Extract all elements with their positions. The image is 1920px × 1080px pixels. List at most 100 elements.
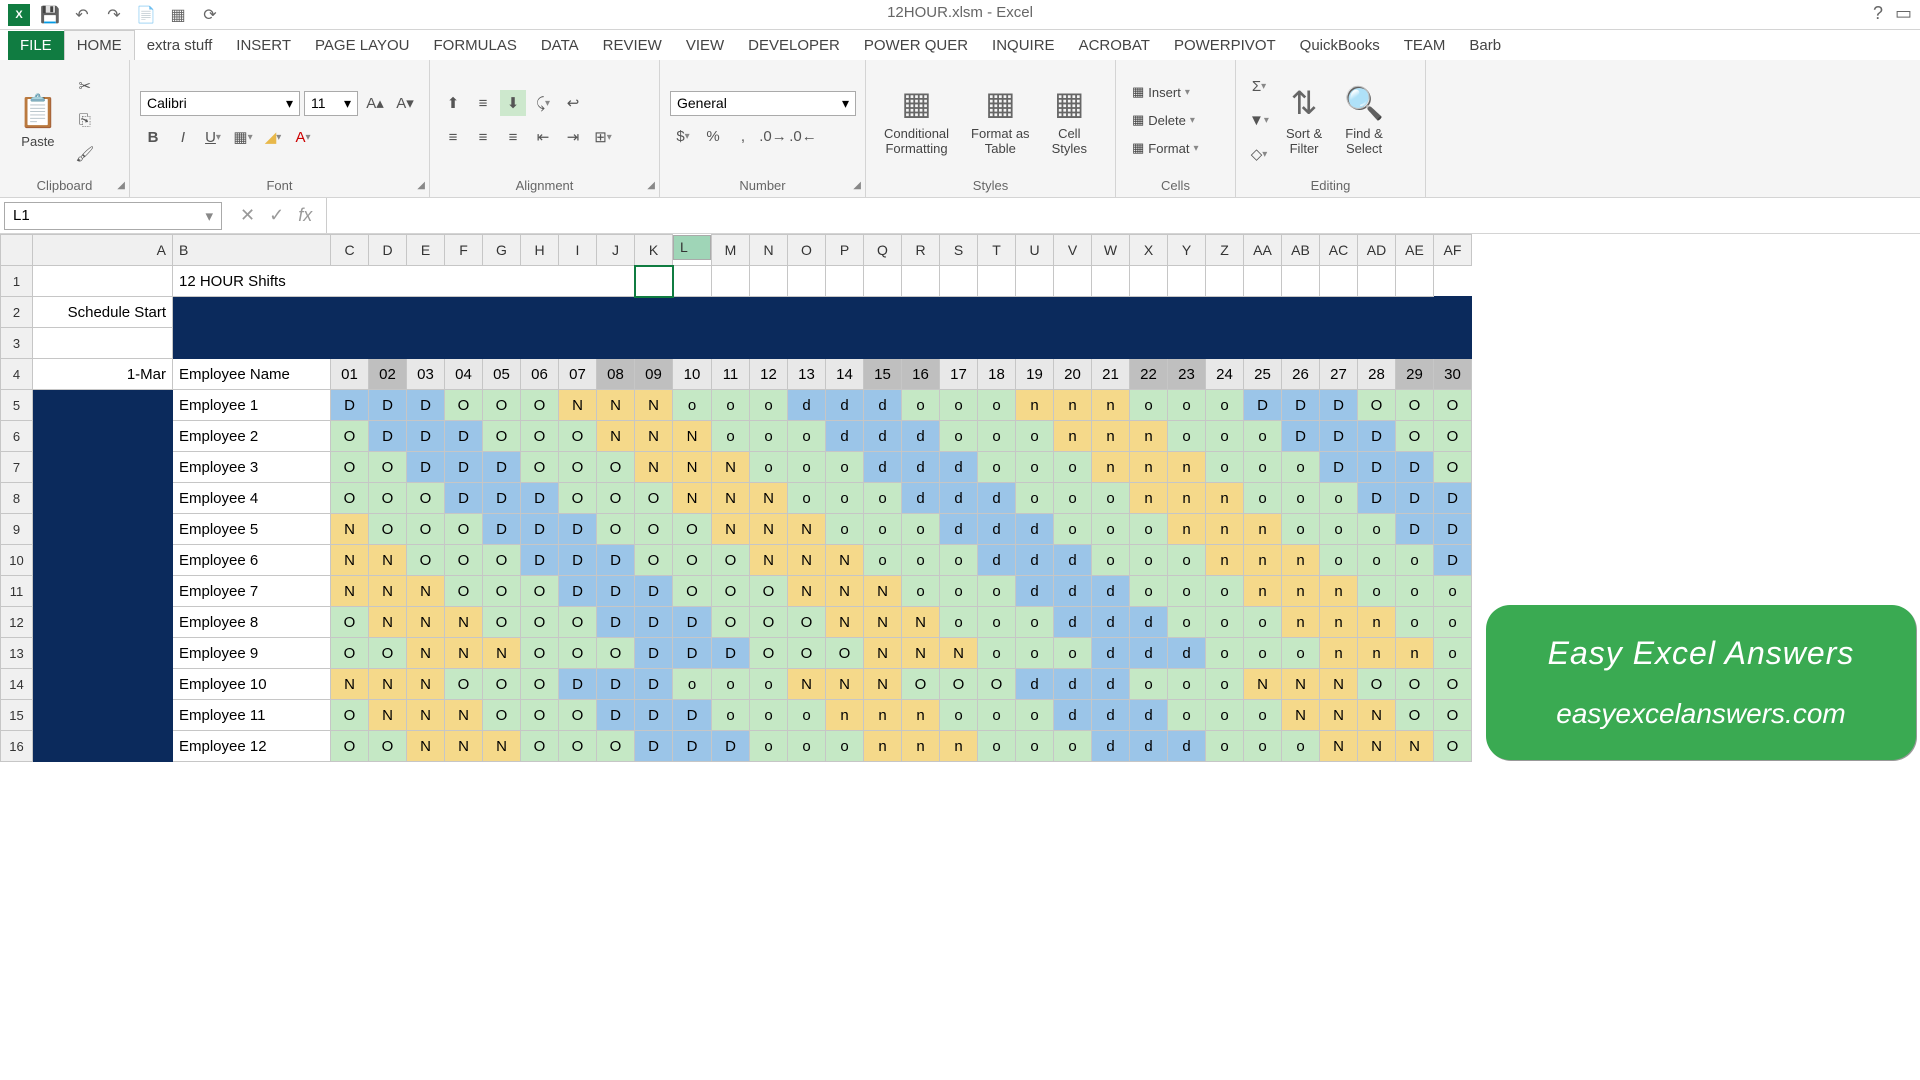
- shift-cell[interactable]: o: [1206, 669, 1244, 700]
- col-header-AD[interactable]: AD: [1358, 235, 1396, 266]
- shift-cell[interactable]: N: [407, 669, 445, 700]
- row-header-16[interactable]: 16: [1, 731, 33, 762]
- shift-cell[interactable]: o: [1054, 452, 1092, 483]
- shift-cell[interactable]: d: [902, 421, 940, 452]
- shift-cell[interactable]: D: [673, 607, 712, 638]
- shift-cell[interactable]: N: [445, 731, 483, 762]
- shift-cell[interactable]: O: [597, 731, 635, 762]
- refresh-icon[interactable]: ⟳: [198, 3, 222, 27]
- day-header-22[interactable]: 22: [1130, 359, 1168, 390]
- shift-cell[interactable]: N: [407, 638, 445, 669]
- shift-cell[interactable]: N: [635, 452, 673, 483]
- shift-cell[interactable]: O: [521, 700, 559, 731]
- day-header-09[interactable]: 09: [635, 359, 673, 390]
- shift-cell[interactable]: O: [331, 638, 369, 669]
- shift-cell[interactable]: N: [826, 607, 864, 638]
- selected-cell[interactable]: [635, 266, 673, 297]
- col-header-X[interactable]: X: [1130, 235, 1168, 266]
- day-header-26[interactable]: 26: [1282, 359, 1320, 390]
- shift-cell[interactable]: o: [978, 452, 1016, 483]
- shift-cell[interactable]: O: [521, 638, 559, 669]
- shift-cell[interactable]: O: [1434, 421, 1472, 452]
- shift-cell[interactable]: o: [1092, 545, 1130, 576]
- shift-cell[interactable]: d: [1092, 576, 1130, 607]
- shift-cell[interactable]: N: [445, 638, 483, 669]
- merge-button[interactable]: ⊞: [590, 124, 616, 150]
- border-button[interactable]: ▦: [230, 124, 256, 150]
- shift-cell[interactable]: n: [1358, 638, 1396, 669]
- shift-cell[interactable]: O: [1396, 390, 1434, 421]
- shift-cell[interactable]: N: [635, 421, 673, 452]
- shift-cell[interactable]: d: [940, 514, 978, 545]
- shift-cell[interactable]: D: [635, 700, 673, 731]
- day-header-23[interactable]: 23: [1168, 359, 1206, 390]
- shift-cell[interactable]: O: [521, 731, 559, 762]
- shift-cell[interactable]: o: [712, 700, 750, 731]
- col-header-A[interactable]: A: [33, 235, 173, 266]
- shift-cell[interactable]: o: [864, 545, 902, 576]
- clear-icon[interactable]: ◇: [1246, 141, 1272, 167]
- shift-cell[interactable]: D: [407, 452, 445, 483]
- shift-cell[interactable]: O: [788, 607, 826, 638]
- help-icon[interactable]: ?: [1873, 3, 1883, 24]
- tab-barb[interactable]: Barb: [1457, 31, 1513, 60]
- col-header-AB[interactable]: AB: [1282, 235, 1320, 266]
- row-header-4[interactable]: 4: [1, 359, 33, 390]
- tab-power-quer[interactable]: POWER QUER: [852, 31, 980, 60]
- shift-cell[interactable]: O: [521, 452, 559, 483]
- shift-cell[interactable]: N: [1244, 669, 1282, 700]
- shift-cell[interactable]: o: [1396, 576, 1434, 607]
- day-header-05[interactable]: 05: [483, 359, 521, 390]
- tab-data[interactable]: DATA: [529, 31, 591, 60]
- shift-cell[interactable]: D: [597, 669, 635, 700]
- day-header-21[interactable]: 21: [1092, 359, 1130, 390]
- shift-cell[interactable]: D: [559, 669, 597, 700]
- shift-cell[interactable]: o: [902, 576, 940, 607]
- shift-cell[interactable]: D: [597, 700, 635, 731]
- shift-cell[interactable]: D: [1282, 421, 1320, 452]
- shift-cell[interactable]: o: [712, 669, 750, 700]
- shift-cell[interactable]: O: [902, 669, 940, 700]
- grow-font-icon[interactable]: A▴: [362, 90, 388, 116]
- shift-cell[interactable]: N: [483, 731, 521, 762]
- col-header-B[interactable]: B: [173, 235, 331, 266]
- shift-cell[interactable]: D: [1434, 483, 1472, 514]
- shift-cell[interactable]: d: [1130, 607, 1168, 638]
- redo-icon[interactable]: ↷: [102, 3, 126, 27]
- shift-cell[interactable]: o: [673, 669, 712, 700]
- shift-cell[interactable]: d: [940, 452, 978, 483]
- shift-cell[interactable]: o: [1358, 576, 1396, 607]
- name-box[interactable]: L1▾: [4, 202, 222, 230]
- row-header-6[interactable]: 6: [1, 421, 33, 452]
- shift-cell[interactable]: O: [1434, 669, 1472, 700]
- shift-cell[interactable]: d: [1054, 607, 1092, 638]
- shift-cell[interactable]: N: [559, 390, 597, 421]
- shrink-font-icon[interactable]: A▾: [392, 90, 418, 116]
- align-top-icon[interactable]: ⬆: [440, 90, 466, 116]
- shift-cell[interactable]: d: [1054, 545, 1092, 576]
- shift-cell[interactable]: D: [1320, 390, 1358, 421]
- shift-cell[interactable]: d: [1092, 731, 1130, 762]
- shift-cell[interactable]: N: [635, 390, 673, 421]
- number-format-select[interactable]: General▾: [670, 91, 856, 116]
- col-header-U[interactable]: U: [1016, 235, 1054, 266]
- shift-cell[interactable]: D: [445, 483, 483, 514]
- shift-cell[interactable]: d: [1054, 576, 1092, 607]
- shift-cell[interactable]: D: [483, 514, 521, 545]
- shift-cell[interactable]: O: [788, 638, 826, 669]
- shift-cell[interactable]: d: [788, 390, 826, 421]
- shift-cell[interactable]: d: [978, 483, 1016, 514]
- shift-cell[interactable]: n: [1092, 452, 1130, 483]
- shift-cell[interactable]: o: [902, 390, 940, 421]
- shift-cell[interactable]: O: [483, 700, 521, 731]
- shift-cell[interactable]: N: [940, 638, 978, 669]
- row-header-12[interactable]: 12: [1, 607, 33, 638]
- shift-cell[interactable]: n: [1282, 576, 1320, 607]
- shift-cell[interactable]: O: [369, 452, 407, 483]
- shift-cell[interactable]: D: [369, 421, 407, 452]
- shift-cell[interactable]: o: [1358, 545, 1396, 576]
- shift-cell[interactable]: o: [673, 390, 712, 421]
- shift-cell[interactable]: O: [1358, 390, 1396, 421]
- shift-cell[interactable]: N: [864, 576, 902, 607]
- shift-cell[interactable]: d: [1168, 638, 1206, 669]
